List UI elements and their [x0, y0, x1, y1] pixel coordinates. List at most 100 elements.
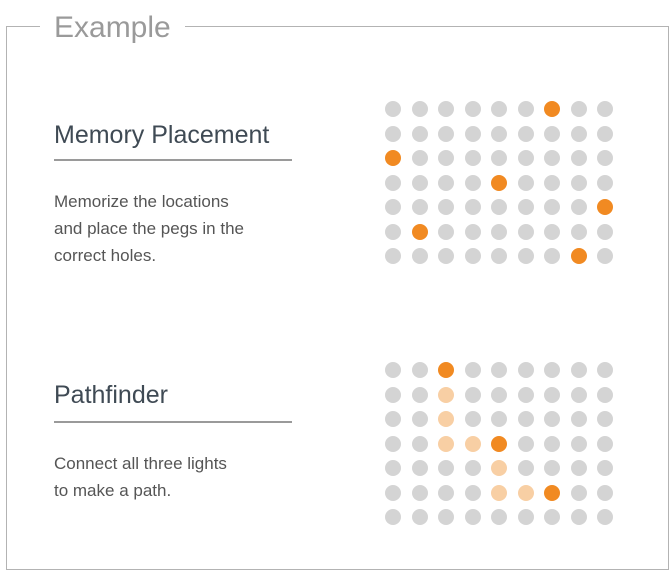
peg-hole: [438, 460, 454, 476]
description-line: and place the pegs in the: [54, 219, 244, 238]
peg-hole: [544, 460, 560, 476]
path-peg: [517, 484, 534, 501]
peg-hole: [597, 125, 613, 142]
peg-hole: [570, 460, 587, 476]
peg-hole: [597, 411, 613, 427]
peg-hole: [597, 150, 613, 166]
peg-hole: [385, 509, 401, 525]
peg-hole: [491, 362, 507, 378]
peg-hole: [570, 386, 587, 403]
peg-hole: [411, 460, 428, 476]
peg-hole: [411, 174, 428, 191]
peg-hole: [570, 484, 587, 501]
peg-hole: [597, 101, 613, 117]
peg-hole: [411, 509, 428, 525]
path-peg: [438, 411, 454, 427]
peg-hole: [544, 411, 560, 427]
peg-hole: [517, 460, 534, 476]
peg-hole: [570, 435, 587, 452]
peg-hole: [385, 125, 401, 142]
peg-hole: [570, 125, 587, 142]
peg-hole: [517, 174, 534, 191]
peg-hole: [464, 484, 481, 501]
peg-hole: [385, 435, 401, 452]
peg-hole: [464, 125, 481, 142]
peg-hole: [544, 150, 560, 166]
peg-hole: [544, 199, 560, 215]
peg-hole: [491, 248, 507, 264]
peg-hole: [570, 174, 587, 191]
peg-hole: [491, 411, 507, 427]
peg-hole: [438, 125, 454, 142]
peg-hole: [517, 248, 534, 264]
peg-hole: [385, 411, 401, 427]
peg-hole: [411, 101, 428, 117]
peg-hole: [597, 362, 613, 378]
peg-hole: [464, 223, 481, 240]
peg-hole: [597, 223, 613, 240]
peg-hole: [438, 484, 454, 501]
lit-peg: [411, 223, 428, 240]
peg-hole: [570, 199, 587, 215]
lit-peg: [597, 199, 613, 215]
peg-hole: [464, 199, 481, 215]
peg-hole: [570, 150, 587, 166]
peg-hole: [491, 150, 507, 166]
peg-hole: [544, 362, 560, 378]
path-peg: [491, 484, 507, 501]
peg-hole: [544, 386, 560, 403]
frame-title: Example: [40, 8, 185, 48]
peg-hole: [544, 223, 560, 240]
peg-hole: [438, 223, 454, 240]
peg-hole: [464, 248, 481, 264]
peg-hole: [385, 223, 401, 240]
section-title: Pathfinder: [54, 381, 168, 409]
peg-hole: [517, 223, 534, 240]
peg-hole: [385, 101, 401, 117]
peg-hole: [544, 248, 560, 264]
peg-hole: [517, 509, 534, 525]
peg-hole: [517, 386, 534, 403]
peg-hole: [438, 509, 454, 525]
description-line: Memorize the locations: [54, 192, 229, 211]
peg-hole: [517, 362, 534, 378]
peg-hole: [411, 411, 428, 427]
peg-hole: [491, 386, 507, 403]
peg-hole: [544, 435, 560, 452]
peg-hole: [385, 248, 401, 264]
lit-peg: [491, 435, 507, 452]
section-divider: [54, 421, 292, 423]
peg-hole: [517, 125, 534, 142]
peg-hole: [464, 509, 481, 525]
path-peg: [438, 435, 454, 452]
peg-hole: [491, 509, 507, 525]
peg-hole: [411, 484, 428, 501]
peg-hole: [438, 150, 454, 166]
peg-hole: [517, 199, 534, 215]
peg-hole: [385, 484, 401, 501]
peg-hole: [411, 199, 428, 215]
peg-hole: [597, 248, 613, 264]
peg-hole: [411, 125, 428, 142]
peg-hole: [570, 101, 587, 117]
peg-hole: [464, 101, 481, 117]
peg-hole: [411, 386, 428, 403]
peg-hole: [385, 362, 401, 378]
peg-hole: [597, 509, 613, 525]
lit-peg: [385, 150, 401, 166]
description-line: to make a path.: [54, 481, 172, 500]
peg-hole: [544, 125, 560, 142]
description-line: correct holes.: [54, 246, 157, 265]
peg-hole: [597, 174, 613, 191]
peg-hole: [464, 362, 481, 378]
peg-hole: [517, 411, 534, 427]
peg-hole: [438, 174, 454, 191]
peg-hole: [491, 199, 507, 215]
peg-hole: [464, 150, 481, 166]
peg-hole: [411, 248, 428, 264]
peg-hole: [597, 386, 613, 403]
path-peg: [464, 435, 481, 452]
peg-hole: [597, 460, 613, 476]
section-divider: [54, 159, 292, 161]
lit-peg: [438, 362, 454, 378]
